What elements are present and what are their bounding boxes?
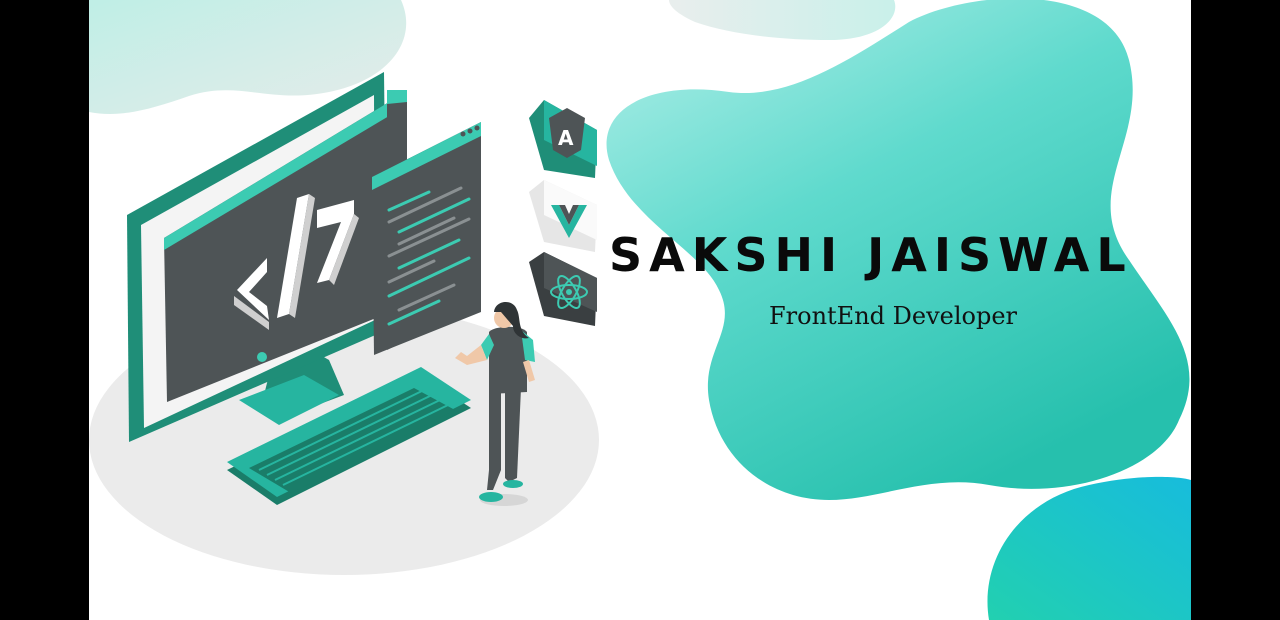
developer-name: SAKSHI JAISWAL — [609, 228, 1133, 282]
angular-icon: A — [529, 100, 597, 178]
svg-text:A: A — [558, 126, 574, 150]
react-icon — [529, 252, 597, 326]
blob-bottom-right — [987, 476, 1191, 620]
developer-role: FrontEnd Developer — [769, 302, 1018, 330]
banner: A SAKSHI JAISWAL FrontEnd Developer — [89, 0, 1191, 620]
developer-illustration: A — [89, 72, 599, 575]
vue-icon — [529, 180, 597, 252]
